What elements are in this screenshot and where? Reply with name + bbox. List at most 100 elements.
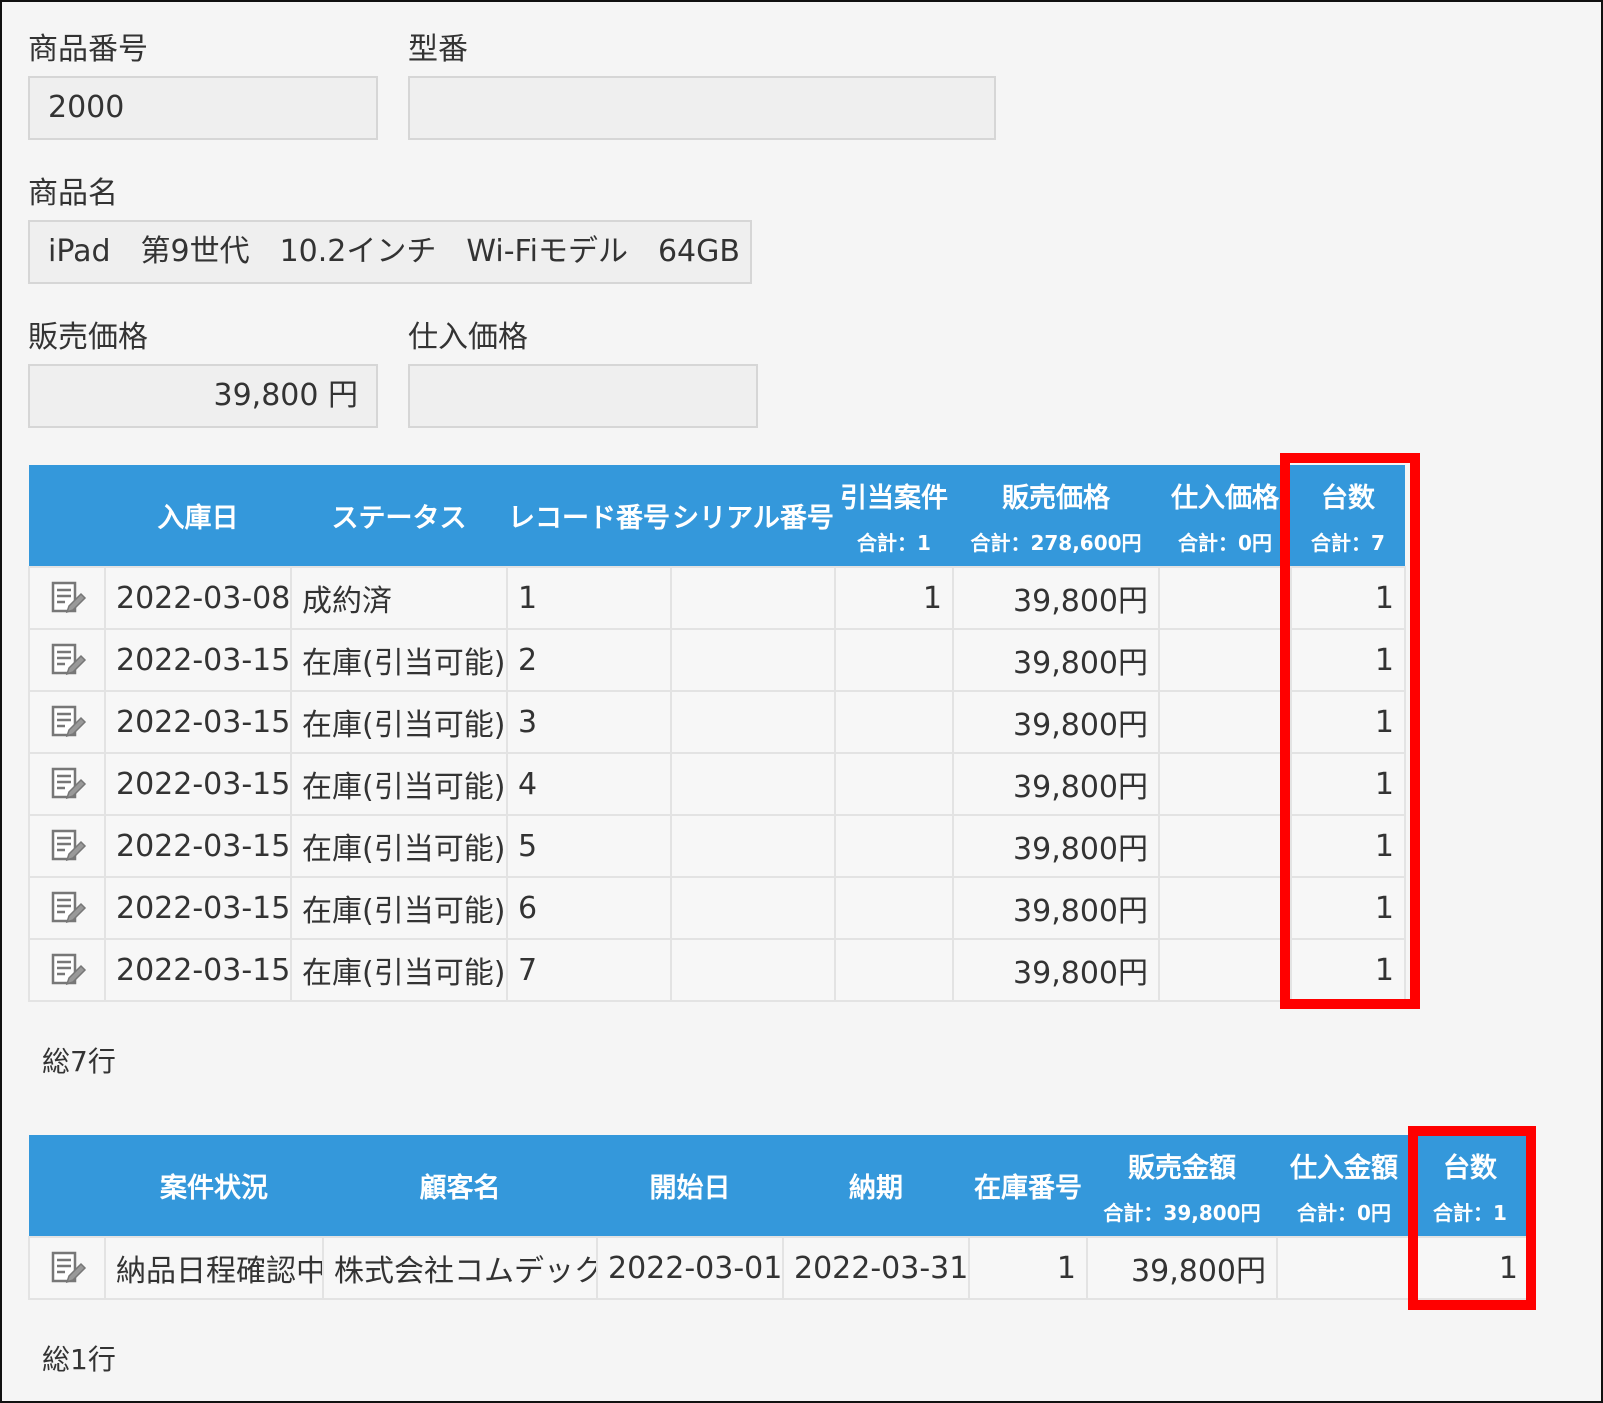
cell-serial-no xyxy=(670,876,836,940)
cell-sale-price: 39,800円 xyxy=(952,566,1160,630)
header-purchase-price-label: 仕入価格 xyxy=(1171,482,1279,514)
cell-serial-no xyxy=(670,752,836,816)
header-due-date[interactable]: 納期 xyxy=(783,1135,969,1237)
edit-cell[interactable] xyxy=(28,566,106,630)
cell-allocated xyxy=(834,690,954,754)
product-number-field: 2000 xyxy=(28,76,378,140)
cell-sale-price: 39,800円 xyxy=(952,938,1160,1002)
edit-record-icon[interactable] xyxy=(47,764,87,804)
cell-date: 2022-03-08 xyxy=(104,566,292,630)
edit-cell[interactable] xyxy=(28,690,106,754)
model-label: 型番 xyxy=(408,32,468,67)
edit-cell[interactable] xyxy=(28,1236,106,1300)
cell-date: 2022-03-15 xyxy=(104,814,292,878)
cell-date: 2022-03-15 xyxy=(104,628,292,692)
cell-units: 1 xyxy=(1290,876,1406,940)
edit-record-icon[interactable] xyxy=(47,888,87,928)
cell-date: 2022-03-15 xyxy=(104,876,292,940)
cell-sale-price: 39,800円 xyxy=(952,814,1160,878)
header-status[interactable]: ステータス xyxy=(291,465,507,567)
cell-record-no: 6 xyxy=(506,876,672,940)
header-units[interactable]: 台数 合計：1 xyxy=(1411,1135,1529,1237)
cell-purchase-price xyxy=(1158,814,1292,878)
header-start-date[interactable]: 開始日 xyxy=(597,1135,783,1237)
cell-record-no: 3 xyxy=(506,690,672,754)
edit-record-icon[interactable] xyxy=(47,578,87,618)
cell-allocated xyxy=(834,814,954,878)
edit-cell[interactable] xyxy=(28,876,106,940)
cell-purchase-price xyxy=(1158,566,1292,630)
product-number-label: 商品番号 xyxy=(28,32,148,67)
header-units[interactable]: 台数合計：7 xyxy=(1291,465,1405,567)
cell-allocated: 1 xyxy=(834,566,954,630)
header-sale-price[interactable]: 販売価格合計：278,600円 xyxy=(953,465,1159,567)
header-sale-amount[interactable]: 販売金額 合計：39,800円 xyxy=(1087,1135,1277,1237)
table-row: 2022-03-15 在庫(引当可能) 3 39,800円 1 xyxy=(28,690,1406,754)
header-allocated[interactable]: 引当案件 合計：1 xyxy=(835,465,953,567)
header-stock-no[interactable]: 在庫番号 xyxy=(969,1135,1087,1237)
header-sale-price-total: 合計：278,600円 xyxy=(970,530,1142,555)
edit-cell[interactable] xyxy=(28,752,106,816)
header-units-total: 合計：1 xyxy=(1433,1200,1507,1225)
edit-cell[interactable] xyxy=(28,628,106,692)
cell-record-no: 4 xyxy=(506,752,672,816)
header-purchase-price-total: 合計：0円 xyxy=(1178,530,1272,555)
table-row: 2022-03-15 在庫(引当可能) 2 39,800円 1 xyxy=(28,628,1406,692)
header-sale-price-label: 販売価格 xyxy=(1002,482,1110,514)
cell-allocated xyxy=(834,876,954,940)
cell-units: 1 xyxy=(1290,814,1406,878)
cell-start-date: 2022-03-01 xyxy=(596,1236,784,1300)
cell-record-no: 2 xyxy=(506,628,672,692)
cell-record-no: 5 xyxy=(506,814,672,878)
cell-status: 在庫(引当可能) xyxy=(290,752,508,816)
header-deal-status[interactable]: 案件状況 xyxy=(105,1135,323,1237)
header-customer[interactable]: 顧客名 xyxy=(323,1135,597,1237)
cell-sale-price: 39,800円 xyxy=(952,628,1160,692)
cell-date: 2022-03-15 xyxy=(104,752,292,816)
header-purchase-price[interactable]: 仕入価格合計：0円 xyxy=(1159,465,1291,567)
record-detail-panel: 商品番号 2000 型番 商品名 iPad 第9世代 10.2インチ Wi-Fi… xyxy=(0,0,1603,1403)
cell-purchase-price xyxy=(1158,690,1292,754)
cell-purchase-price xyxy=(1158,628,1292,692)
cell-record-no: 1 xyxy=(506,566,672,630)
edit-cell[interactable] xyxy=(28,938,106,1002)
cell-status: 在庫(引当可能) xyxy=(290,814,508,878)
table-row: 2022-03-15 在庫(引当可能) 4 39,800円 1 xyxy=(28,752,1406,816)
cell-purchase-price xyxy=(1158,876,1292,940)
header-units-label: 台数 xyxy=(1321,482,1375,514)
cell-record-no: 7 xyxy=(506,938,672,1002)
cell-status: 在庫(引当可能) xyxy=(290,938,508,1002)
sale-price-label: 販売価格 xyxy=(28,320,148,355)
header-sale-amount-total: 合計：39,800円 xyxy=(1103,1200,1261,1225)
header-date[interactable]: 入庫日 xyxy=(105,465,291,567)
cell-customer: 株式会社コムデック xyxy=(322,1236,598,1300)
cell-purchase-amount xyxy=(1276,1236,1412,1300)
cell-sale-price: 39,800円 xyxy=(952,690,1160,754)
stock-table: 入庫日 ステータス レコード番号 シリアル番号 引当案件 合計：1 販売価格合計：… xyxy=(28,465,1406,1002)
header-units-total: 合計：7 xyxy=(1311,530,1385,555)
purchase-price-label: 仕入価格 xyxy=(408,320,528,355)
header-edit-column xyxy=(29,1135,105,1237)
cell-sale-amount: 39,800円 xyxy=(1086,1236,1278,1300)
header-record-no[interactable]: レコード番号 xyxy=(507,465,671,567)
header-serial-no[interactable]: シリアル番号 xyxy=(671,465,835,567)
edit-record-icon[interactable] xyxy=(47,702,87,742)
edit-record-icon[interactable] xyxy=(47,640,87,680)
edit-cell[interactable] xyxy=(28,814,106,878)
edit-record-icon[interactable] xyxy=(47,1248,87,1288)
deal-row-count: 総1行 xyxy=(42,1343,116,1376)
model-field xyxy=(408,76,996,140)
cell-purchase-price xyxy=(1158,752,1292,816)
cell-serial-no xyxy=(670,566,836,630)
cell-units: 1 xyxy=(1290,938,1406,1002)
cell-serial-no xyxy=(670,628,836,692)
edit-record-icon[interactable] xyxy=(47,950,87,990)
header-purchase-amount-total: 合計：0円 xyxy=(1297,1200,1391,1225)
cell-serial-no xyxy=(670,690,836,754)
cell-sale-price: 39,800円 xyxy=(952,876,1160,940)
header-purchase-amount[interactable]: 仕入金額 合計：0円 xyxy=(1277,1135,1411,1237)
header-allocated-total: 合計：1 xyxy=(857,530,931,555)
cell-date: 2022-03-15 xyxy=(104,690,292,754)
edit-record-icon[interactable] xyxy=(47,826,87,866)
cell-status: 在庫(引当可能) xyxy=(290,876,508,940)
